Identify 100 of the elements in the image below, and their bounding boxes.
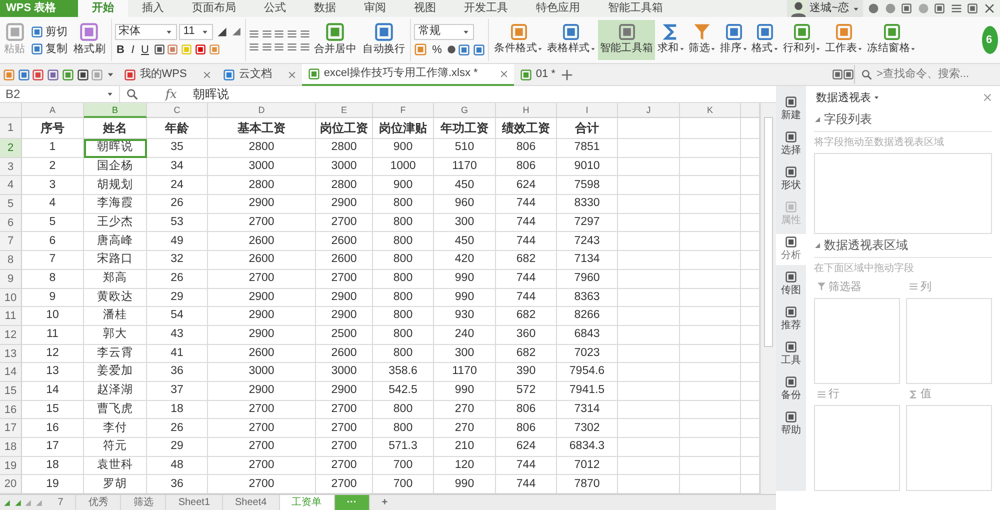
- filter-icon[interactable]: [693, 23, 712, 42]
- column-header[interactable]: H: [496, 103, 557, 118]
- align-bottom-icon[interactable]: [274, 28, 284, 38]
- number-format-select[interactable]: 常规: [414, 24, 474, 40]
- caret-icon[interactable]: [106, 70, 115, 79]
- ribbon-button[interactable]: 智能工具箱: [598, 20, 656, 60]
- document-tab[interactable]: excel操作技巧专用工作簿.xlsx *: [302, 64, 514, 86]
- menu-tab[interactable]: 公式: [250, 0, 300, 17]
- distribute-icon[interactable]: [300, 42, 310, 52]
- document-tab[interactable]: 我的WPS: [118, 64, 217, 86]
- font-name-select[interactable]: 宋体: [114, 24, 177, 40]
- row-header[interactable]: 13: [0, 344, 22, 364]
- column-header[interactable]: D: [208, 103, 316, 118]
- ribbon-button[interactable]: 条件格式: [492, 20, 545, 60]
- side-tool-button[interactable]: 形状: [776, 164, 806, 195]
- side-tool-button[interactable]: 备份: [776, 374, 806, 405]
- column-header[interactable]: C: [147, 103, 208, 118]
- align-middle-icon[interactable]: [262, 28, 272, 38]
- row-header[interactable]: 2: [0, 139, 22, 158]
- row-header[interactable]: 5: [0, 195, 22, 214]
- selected-cell[interactable]: 朝晖说: [84, 139, 147, 158]
- ribbon-button[interactable]: 工作表: [823, 20, 866, 60]
- side-tool-button[interactable]: 新建: [776, 94, 806, 125]
- column-header[interactable]: E: [316, 103, 373, 118]
- ribbon-button[interactable]: 行和列: [780, 20, 824, 60]
- column-header[interactable]: B: [84, 103, 147, 118]
- side-tool-button[interactable]: 工具: [776, 339, 806, 370]
- align-top-icon[interactable]: [248, 28, 259, 38]
- row-header[interactable]: 4: [0, 176, 22, 196]
- row-header[interactable]: 8: [0, 251, 22, 270]
- document-tab[interactable]: 01 *: [514, 64, 562, 86]
- ribbon-button[interactable]: 表格样式: [544, 20, 598, 60]
- document-tab[interactable]: 云文档: [216, 64, 302, 86]
- row-header[interactable]: 10: [0, 288, 22, 308]
- close-icon[interactable]: [983, 93, 992, 102]
- row-header[interactable]: 12: [0, 326, 22, 345]
- side-tool-button[interactable]: 推荐: [776, 304, 806, 335]
- collapse-icon[interactable]: [814, 116, 821, 123]
- close-icon[interactable]: [500, 70, 508, 78]
- side-tool-button[interactable]: 选择: [776, 129, 806, 160]
- column-header[interactable]: J: [618, 103, 680, 118]
- menu-tab[interactable]: 插入: [128, 0, 178, 17]
- row-header[interactable]: 19: [0, 456, 22, 476]
- row-header[interactable]: 11: [0, 307, 22, 326]
- ribbon-button[interactable]: 筛选: [686, 20, 718, 60]
- italic-button[interactable]: I: [129, 42, 136, 56]
- first-sheet-icon[interactable]: [2, 498, 11, 507]
- row-header[interactable]: 20: [0, 475, 22, 494]
- add-tab-icon[interactable]: [561, 68, 574, 80]
- row-header[interactable]: 9: [0, 270, 22, 288]
- font-size-select[interactable]: 11: [179, 24, 214, 40]
- column-header[interactable]: I: [557, 103, 618, 118]
- sheet-tab[interactable]: 7: [46, 494, 76, 510]
- close-icon[interactable]: [288, 70, 296, 78]
- row-header[interactable]: 7: [0, 232, 22, 252]
- sheet-tab[interactable]: 工资单: [280, 494, 335, 510]
- ribbon-button[interactable]: 排序: [718, 20, 750, 60]
- cut-button[interactable]: 剪切: [29, 24, 70, 38]
- justify-icon[interactable]: [287, 42, 298, 52]
- prev-sheet-icon[interactable]: [14, 498, 22, 507]
- add-sheet-button[interactable]: +: [370, 494, 400, 510]
- search-field[interactable]: >查找命令、搜索...: [874, 65, 994, 84]
- scroll-thumb[interactable]: [764, 117, 773, 347]
- bold-button[interactable]: B: [114, 42, 126, 56]
- menu-tab[interactable]: 数据: [300, 0, 350, 17]
- vertical-scrollbar[interactable]: [760, 103, 776, 494]
- percent-button[interactable]: %: [430, 42, 444, 56]
- menu-tab[interactable]: 审阅: [350, 0, 400, 17]
- row-header[interactable]: 6: [0, 214, 22, 232]
- menu-tab[interactable]: 页面布局: [178, 0, 250, 17]
- copy-button[interactable]: 复制: [29, 42, 70, 56]
- menu-tab[interactable]: 视图: [400, 0, 450, 17]
- row-header[interactable]: 15: [0, 382, 22, 401]
- column-header[interactable]: A: [22, 103, 84, 118]
- ribbon-button[interactable]: 求和: [655, 20, 687, 60]
- column-header[interactable]: F: [373, 103, 434, 118]
- panel-title-dropdown[interactable]: 数据透视表: [814, 90, 882, 105]
- formula-value[interactable]: 朝晖说: [182, 85, 230, 103]
- merge-center-button[interactable]: 合并居中: [312, 20, 359, 60]
- row-header[interactable]: 14: [0, 363, 22, 382]
- column-header[interactable]: G: [434, 103, 496, 118]
- function-label[interactable]: fx: [160, 85, 182, 103]
- side-tool-button[interactable]: 分析: [776, 234, 806, 265]
- collapse-icon[interactable]: [814, 242, 821, 249]
- row-header[interactable]: 3: [0, 158, 22, 176]
- align-left-icon[interactable]: [248, 42, 259, 52]
- underline-button[interactable]: U: [139, 42, 151, 56]
- row-header[interactable]: 1: [0, 118, 22, 139]
- column-header[interactable]: K: [680, 103, 741, 118]
- menu-tab[interactable]: 智能工具箱: [594, 0, 677, 17]
- align-center-icon[interactable]: [262, 42, 272, 52]
- row-header[interactable]: 17: [0, 419, 22, 438]
- ribbon-button[interactable]: 冻结窗格: [865, 20, 918, 60]
- minimize-icon[interactable]: [950, 3, 962, 14]
- wrap-text-button[interactable]: 自动换行: [360, 20, 408, 60]
- close-icon[interactable]: [984, 3, 994, 14]
- field-list-box[interactable]: [814, 152, 992, 234]
- menu-tab[interactable]: 开始: [78, 0, 128, 17]
- sheet-tab[interactable]: 筛选: [121, 494, 166, 510]
- sheet-tab[interactable]: Sheet1: [166, 494, 224, 510]
